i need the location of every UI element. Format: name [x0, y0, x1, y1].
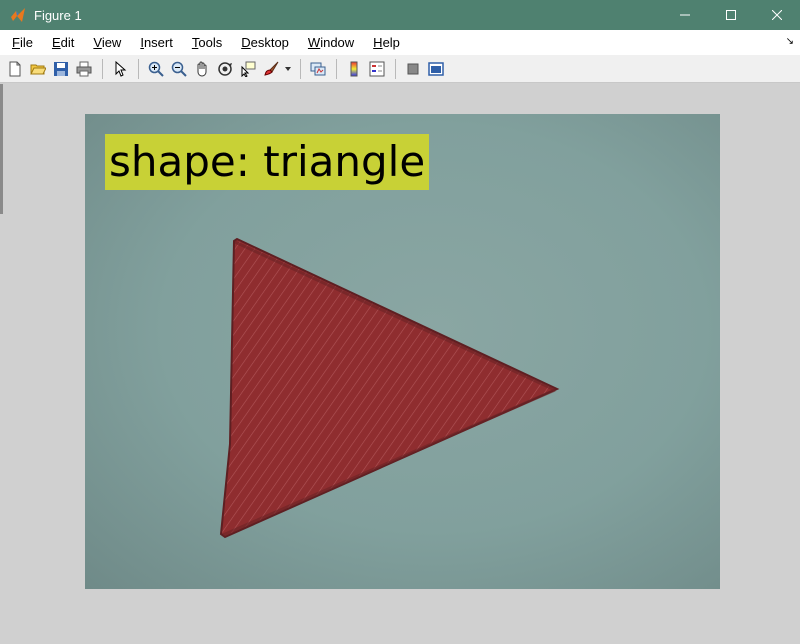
left-edge-strip	[0, 84, 3, 214]
print-button[interactable]	[74, 59, 94, 79]
minimize-icon	[680, 14, 690, 16]
toolbar-separator	[300, 58, 301, 79]
data-cursor-icon	[241, 61, 256, 77]
close-icon	[772, 10, 782, 20]
title-bar[interactable]: Figure 1	[0, 0, 800, 30]
menu-tools[interactable]: Tools	[181, 35, 230, 50]
shape-label: shape: triangle	[105, 134, 430, 190]
menu-window[interactable]: Window	[297, 35, 362, 50]
legend-icon	[369, 61, 385, 76]
show-plot-tools-icon	[428, 61, 444, 76]
menu-view[interactable]: View	[82, 35, 129, 50]
menu-desktop[interactable]: Desktop	[230, 35, 297, 50]
select-button[interactable]	[110, 59, 130, 79]
brush-icon	[264, 61, 279, 76]
menu-bar: File Edit View Insert Tools Desktop Wind…	[0, 30, 800, 55]
link-plot-button[interactable]	[308, 59, 328, 79]
select-arrow-icon	[115, 60, 127, 77]
menu-edit[interactable]: Edit	[41, 35, 82, 50]
figure-toolbar	[0, 55, 800, 83]
matlab-icon	[11, 8, 25, 22]
colorbar-button[interactable]	[344, 59, 364, 79]
menu-insert[interactable]: Insert	[129, 35, 181, 50]
toolbar-separator	[336, 58, 337, 79]
legend-button[interactable]	[367, 59, 387, 79]
rotate-3d-button[interactable]	[215, 59, 235, 79]
link-plot-icon	[310, 62, 326, 75]
print-icon	[76, 61, 92, 76]
colorbar-icon	[350, 61, 358, 76]
show-plot-tools-button[interactable]	[426, 59, 446, 79]
rotate-3d-icon	[218, 61, 232, 76]
toolbar-separator	[102, 58, 103, 79]
zoom-in-button[interactable]	[146, 59, 166, 79]
data-cursor-button[interactable]	[238, 59, 258, 79]
zoom-out-icon	[171, 61, 187, 77]
zoom-out-button[interactable]	[169, 59, 189, 79]
toolbar-separator	[395, 58, 396, 79]
toolbar-separator	[138, 58, 139, 79]
menu-file[interactable]: File	[0, 35, 41, 50]
open-file-button[interactable]	[28, 59, 48, 79]
new-figure-button[interactable]	[5, 59, 25, 79]
save-icon	[54, 61, 68, 76]
save-button[interactable]	[51, 59, 71, 79]
figure-axes-image[interactable]: shape: triangle	[85, 114, 720, 589]
hide-plot-tools-button[interactable]	[403, 59, 423, 79]
close-button[interactable]	[754, 0, 800, 30]
chevron-icon[interactable]: ↘	[786, 36, 794, 47]
triangle-shape	[219, 237, 560, 539]
open-file-icon	[30, 64, 46, 74]
new-figure-icon	[9, 61, 21, 76]
pan-icon	[197, 61, 207, 77]
menu-help[interactable]: Help	[362, 35, 408, 50]
zoom-in-icon	[148, 61, 164, 77]
minimize-button[interactable]	[662, 0, 708, 30]
window-title: Figure 1	[34, 7, 82, 23]
pan-button[interactable]	[192, 59, 212, 79]
maximize-button[interactable]	[708, 0, 754, 30]
maximize-icon	[726, 10, 736, 20]
brush-dropdown[interactable]	[284, 59, 292, 79]
brush-button[interactable]	[261, 59, 281, 79]
dropdown-arrow-icon	[285, 66, 291, 71]
hide-plot-tools-icon	[407, 63, 419, 74]
